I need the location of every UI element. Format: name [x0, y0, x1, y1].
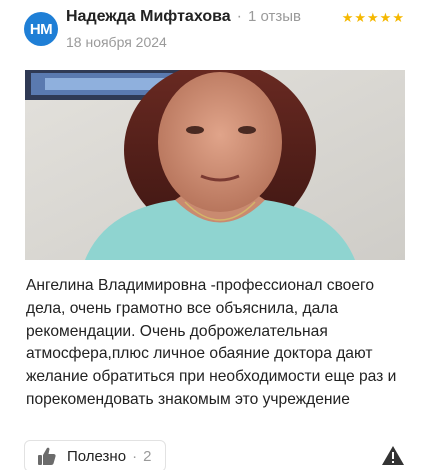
helpful-count: 2	[143, 447, 152, 465]
review-footer: Полезно · 2	[24, 440, 405, 470]
author-meta: Надежда Мифтахова · 1 отзыв 18 ноября 20…	[66, 8, 301, 50]
reviews-count: 1 отзыв	[247, 8, 301, 25]
author-name[interactable]: Надежда Мифтахова	[66, 8, 231, 26]
thumbs-up-icon	[38, 447, 56, 465]
rating-stars: ★★★★★	[341, 10, 405, 25]
author-separator: ·	[236, 8, 242, 25]
helpful-button[interactable]: Полезно · 2	[24, 440, 166, 470]
review-photo-image	[25, 70, 405, 260]
author-row: Надежда Мифтахова · 1 отзыв	[66, 8, 301, 30]
helpful-separator: ·	[132, 447, 138, 465]
avatar[interactable]: НМ	[24, 12, 58, 46]
review-card: НМ Надежда Мифтахова · 1 отзыв 18 ноября…	[0, 0, 425, 470]
review-header: НМ Надежда Мифтахова · 1 отзыв 18 ноября…	[24, 8, 301, 50]
review-date: 18 ноября 2024	[66, 34, 167, 50]
warning-triangle-icon[interactable]	[381, 444, 405, 468]
review-text: Ангелина Владимировна -профессионал свое…	[26, 277, 397, 408]
review-photo[interactable]	[25, 70, 405, 260]
helpful-label: Полезно	[67, 447, 127, 465]
